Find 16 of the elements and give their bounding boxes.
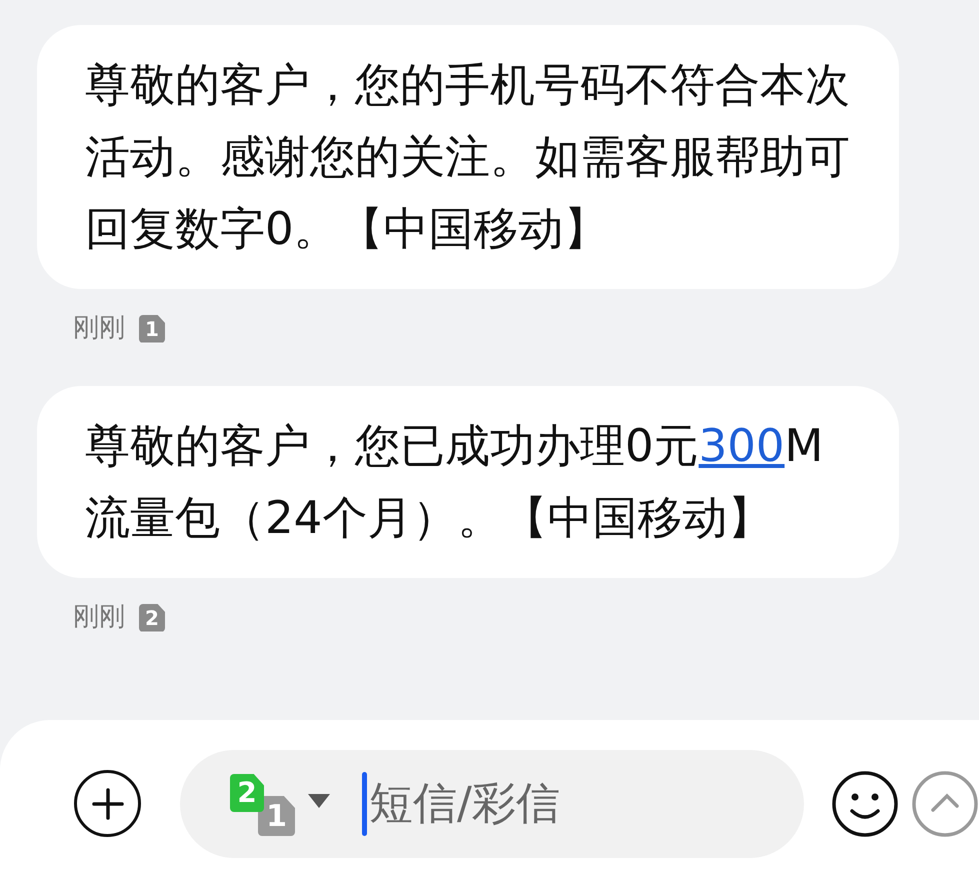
sim-badge: 1	[139, 314, 165, 342]
emoji-icon[interactable]	[831, 770, 899, 838]
timestamp: 刚刚	[73, 601, 125, 634]
send-icon[interactable]	[911, 770, 979, 838]
dropdown-caret-icon	[308, 794, 330, 808]
sim-card-front: 2	[230, 774, 264, 812]
message-input[interactable]: 1 2 短信/彩信	[180, 750, 804, 858]
sim-badge: 2	[139, 604, 165, 632]
number-link[interactable]: 300	[698, 419, 785, 472]
message-text: 尊敬的客户，您已成功办理0元300M流量包（24个月）。【中国移动】	[85, 418, 824, 546]
sim-selector[interactable]: 1 2	[230, 774, 330, 834]
timestamp: 刚刚	[73, 312, 125, 345]
message-text: 尊敬的客户，您的手机号码不符合本次活动。感谢您的关注。如需客服帮助可回复数字0。【中国移动】	[85, 57, 851, 257]
sim-card-back: 1	[258, 796, 295, 836]
message-field[interactable]: 短信/彩信	[369, 771, 804, 837]
add-icon[interactable]	[74, 770, 141, 837]
